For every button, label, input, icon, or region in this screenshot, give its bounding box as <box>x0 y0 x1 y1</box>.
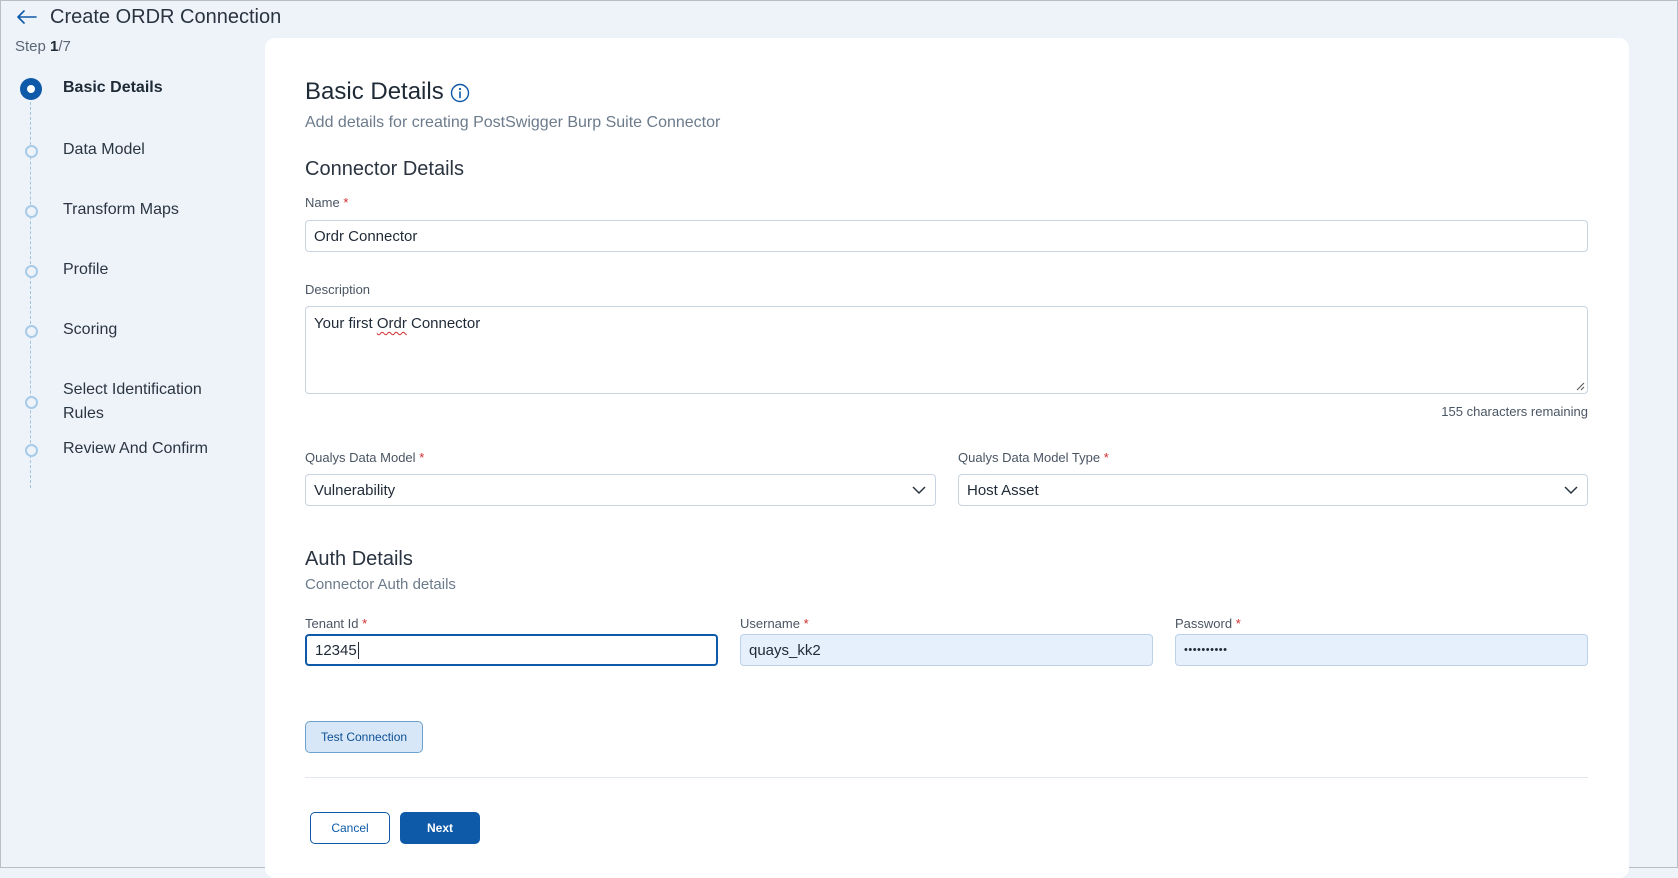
data-model-select[interactable]: Vulnerability <box>305 474 936 506</box>
step-dot-icon <box>18 389 44 415</box>
data-model-label-text: Qualys Data Model <box>305 450 416 465</box>
step-dot-icon <box>18 138 44 164</box>
description-text-after: Connector <box>406 315 481 332</box>
step-select-identification-rules[interactable]: Select Identification Rules <box>18 378 223 426</box>
description-textarea[interactable]: Your first Ordr Connector <box>305 306 1588 394</box>
password-label-text: Password <box>1175 616 1233 631</box>
name-label: Name * <box>305 195 348 210</box>
password-value: •••••••••• <box>1184 644 1228 656</box>
test-connection-button[interactable]: Test Connection <box>305 721 424 753</box>
username-label-text: Username <box>740 616 800 631</box>
cancel-button[interactable]: Cancel <box>310 812 390 844</box>
required-mark: * <box>362 616 368 631</box>
chevron-down-icon <box>1564 486 1578 495</box>
tenant-id-label: Tenant Id * <box>305 616 367 631</box>
data-model-type-label-text: Qualys Data Model Type <box>958 450 1101 465</box>
resize-handle-icon[interactable] <box>1575 381 1585 391</box>
description-text-before: Your first <box>314 315 377 332</box>
step-dot-icon <box>18 258 44 284</box>
data-model-value: Vulnerability <box>314 481 396 499</box>
step-label: Data Model <box>63 141 145 158</box>
form-card: Basic Details Add details for creating P… <box>265 38 1629 878</box>
step-dot-icon <box>18 437 44 463</box>
password-input[interactable]: •••••••••• <box>1175 634 1588 666</box>
section-title: Basic Details <box>305 78 470 106</box>
step-label: Transform Maps <box>63 201 179 218</box>
section-subtitle: Add details for creating PostSwigger Bur… <box>305 114 721 131</box>
step-indicator: Step 1/7 <box>15 38 71 55</box>
step-data-model[interactable]: Data Model <box>18 138 223 164</box>
data-model-type-label: Qualys Data Model Type * <box>958 450 1109 465</box>
required-mark: * <box>343 195 349 210</box>
step-label: Select Identification Rules <box>63 381 202 422</box>
step-basic-details[interactable]: Basic Details <box>18 76 223 102</box>
step-label: Scoring <box>63 321 118 338</box>
required-mark: * <box>1235 616 1241 631</box>
next-button[interactable]: Next <box>400 812 480 844</box>
connector-details-heading: Connector Details <box>305 158 464 180</box>
name-value: Ordr Connector <box>314 227 418 245</box>
password-label: Password * <box>1175 616 1241 631</box>
chevron-down-icon <box>912 486 926 495</box>
step-label: Profile <box>63 261 109 278</box>
required-mark: * <box>419 450 425 465</box>
section-title-text: Basic Details <box>305 78 444 105</box>
tenant-id-value: 12345 <box>315 641 357 659</box>
page-title: Create ORDR Connection <box>50 5 282 28</box>
data-model-type-value: Host Asset <box>967 481 1039 499</box>
char-remaining: 155 characters remaining <box>1441 404 1588 419</box>
info-icon[interactable] <box>450 82 470 103</box>
step-label: Basic Details <box>63 79 163 96</box>
step-total: /7 <box>58 38 71 55</box>
auth-details-heading: Auth Details <box>305 548 413 570</box>
step-scoring[interactable]: Scoring <box>18 318 223 344</box>
username-label: Username * <box>740 616 809 631</box>
auth-details-subtitle: Connector Auth details <box>305 576 456 593</box>
tenant-id-label-text: Tenant Id <box>305 616 359 631</box>
data-model-type-select[interactable]: Host Asset <box>958 474 1588 506</box>
required-mark: * <box>1103 450 1109 465</box>
step-review-and-confirm[interactable]: Review And Confirm <box>18 437 223 463</box>
tenant-id-input[interactable]: 12345 <box>305 634 718 666</box>
step-dot-icon <box>18 318 44 344</box>
description-label: Description <box>305 282 371 297</box>
text-caret <box>357 641 359 659</box>
step-profile[interactable]: Profile <box>18 258 223 284</box>
step-transform-maps[interactable]: Transform Maps <box>18 198 223 224</box>
username-value: quays_kk2 <box>749 641 821 659</box>
page-header: Create ORDR Connection <box>16 4 281 30</box>
arrow-left-icon[interactable] <box>16 6 38 28</box>
step-dot-icon <box>18 198 44 224</box>
username-input[interactable]: quays_kk2 <box>740 634 1153 666</box>
required-mark: * <box>803 616 809 631</box>
step-active-icon <box>18 76 44 102</box>
form-divider <box>305 777 1588 778</box>
description-misspelled-word: Ordr <box>376 315 407 332</box>
name-label-text: Name <box>305 195 340 210</box>
step-label: Review And Confirm <box>63 440 208 457</box>
data-model-label: Qualys Data Model * <box>305 450 424 465</box>
name-input[interactable]: Ordr Connector <box>305 220 1588 252</box>
step-prefix: Step <box>15 38 51 55</box>
